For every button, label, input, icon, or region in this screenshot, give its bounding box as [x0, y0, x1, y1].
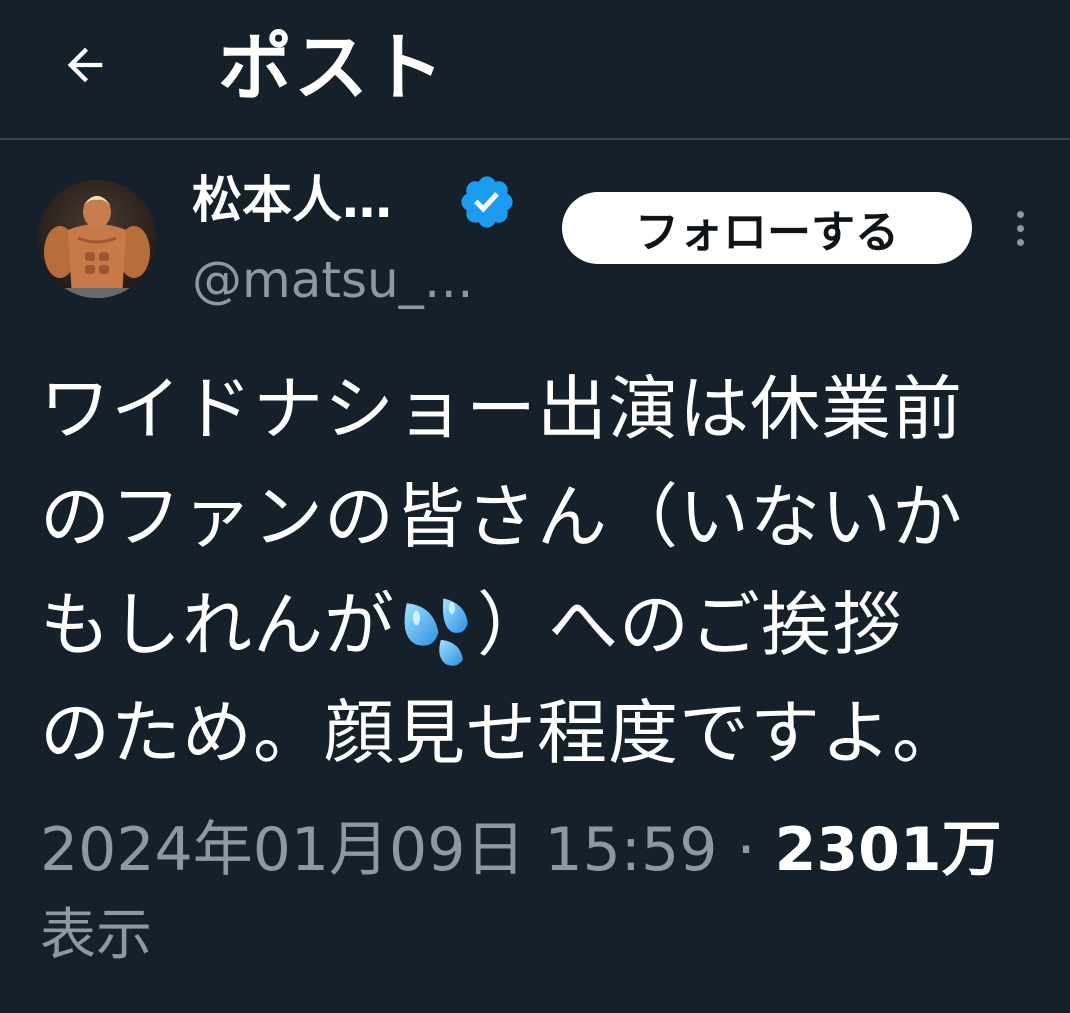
dot [1016, 210, 1024, 218]
timestamp[interactable]: 2024年01月09日 15:59 [40, 815, 717, 885]
more-vertical-icon[interactable] [1002, 200, 1038, 256]
dot [1016, 224, 1024, 232]
author-handle[interactable]: @matsu_… [192, 248, 474, 312]
tweet-line: ワイドナショー出演は休業前 [40, 368, 963, 450]
tweet-line: のファンの皆さん（いないか [40, 476, 963, 558]
tweet-meta: 2024年01月09日 15:59 · 2301万 表示 [40, 810, 1040, 976]
avatar-image [38, 180, 156, 298]
arrow-left-icon [67, 47, 103, 83]
views-label: 表示 [40, 903, 152, 968]
meta-line: 2024年01月09日 15:59 · 2301万 [40, 810, 1040, 890]
tweet-line-part: もしれんが [40, 584, 395, 666]
page-title: ポスト [218, 25, 446, 111]
sweat-droplets-icon [404, 598, 468, 666]
avatar[interactable] [38, 180, 156, 298]
views-count: 2301万 [774, 815, 1002, 885]
tweet-line: のため。顔見せ程度ですよ。 [40, 692, 963, 774]
meta-separator: · [736, 815, 756, 885]
back-button[interactable] [50, 30, 120, 100]
tweet-line: もしれんが ）へのご挨拶 [40, 571, 1050, 679]
follow-button[interactable]: フォローする [562, 192, 972, 264]
verified-badge-icon [461, 176, 513, 228]
author-display-name[interactable]: 松本人… [192, 168, 392, 232]
top-app-bar: ポスト [0, 0, 1070, 140]
tweet-text: ワイドナショー出演は休業前 のファンの皆さん（いないか もしれんが ）へのご挨拶… [40, 355, 1050, 787]
tweet-line-part: ）へのご挨拶 [477, 584, 903, 666]
dot [1016, 238, 1024, 246]
